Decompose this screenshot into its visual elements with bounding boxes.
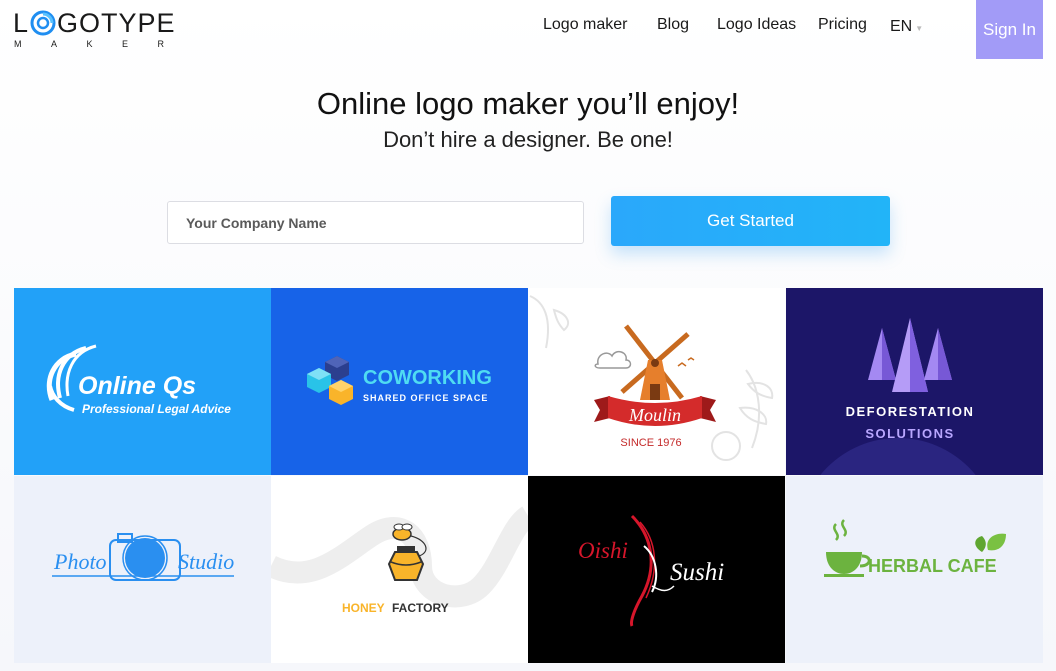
online-qs-logo: Online Qs Professional Legal Advice [46, 344, 231, 416]
herbal-cafe-title: HERBAL CAFE [868, 556, 997, 576]
nav-blog-link[interactable]: Blog [657, 16, 689, 36]
logo-sub-wordmark: M A K E R [14, 39, 164, 49]
logo-examples-grid: Online Qs Professional Legal Advice COWO… [14, 288, 1043, 663]
example-tile-oishi-sushi[interactable]: Oishi Sushi [528, 476, 785, 663]
nav-logo-ideas-link[interactable]: Logo Ideas [717, 16, 796, 36]
top-navigation-bar: L GOTYPE M A K E R Logo maker Blog Logo … [0, 0, 1056, 60]
cloud-icon [594, 350, 632, 369]
windmill-icon [620, 324, 690, 400]
leaf-icon [975, 533, 1006, 552]
moulin-logo: Moulin SINCE 1976 [529, 295, 774, 461]
example-tile-honey-factory[interactable]: HONEY FACTORY [271, 476, 528, 663]
example-tile-photo-studio[interactable]: Photo Studio [14, 476, 271, 663]
online-qs-subtitle: Professional Legal Advice [82, 402, 231, 416]
photo-studio-title-left: Photo [53, 549, 107, 574]
honey-factory-logo: HONEY FACTORY [271, 506, 528, 615]
coworking-logo: COWORKING SHARED OFFICE SPACE [307, 356, 492, 405]
moulin-subtitle: SINCE 1976 [620, 437, 681, 449]
logo-swirl-icon [30, 10, 56, 36]
sign-in-button[interactable]: Sign In [976, 0, 1043, 59]
herbal-cafe-logo: HERBAL CAFE [824, 519, 1006, 577]
oishi-sushi-logo: Oishi Sushi [578, 514, 724, 627]
coworking-subtitle: SHARED OFFICE SPACE [363, 393, 488, 403]
example-tile-herbal-cafe[interactable]: HERBAL CAFE [786, 476, 1043, 663]
coworking-title: COWORKING [363, 367, 492, 389]
cube-stack-icon [307, 356, 353, 405]
get-started-button[interactable]: Get Started [611, 196, 890, 246]
nav-pricing-link[interactable]: Pricing [818, 16, 867, 36]
logo-letter-l: L [13, 7, 30, 38]
example-tile-coworking[interactable]: COWORKING SHARED OFFICE SPACE [271, 288, 528, 475]
camera-icon [109, 533, 181, 581]
tea-cup-icon [824, 519, 871, 577]
deforestation-title: DEFORESTATION [846, 404, 975, 419]
page-title: Online logo maker you’ll enjoy! [316, 86, 740, 121]
background-circle [820, 438, 976, 475]
deforestation-subtitle: SOLUTIONS [865, 426, 954, 441]
nav-logo-maker-link[interactable]: Logo maker [543, 16, 628, 36]
example-tile-deforestation[interactable]: DEFORESTATION SOLUTIONS [786, 288, 1043, 475]
honey-factory-title-left: HONEY [342, 601, 385, 615]
chevron-down-icon: ▼ [915, 24, 924, 33]
birds-icon [677, 357, 695, 367]
oishi-sushi-title-left: Oishi [578, 538, 628, 563]
moulin-title: Moulin [628, 405, 681, 425]
koi-fish-icon [630, 514, 675, 627]
honey-factory-title-right: FACTORY [392, 601, 449, 615]
page-subtitle: Don’t hire a designer. Be one! [383, 127, 673, 152]
company-name-input[interactable] [167, 201, 584, 244]
oishi-sushi-title-right: Sushi [670, 559, 724, 586]
example-tile-moulin[interactable]: Moulin SINCE 1976 [528, 288, 785, 475]
pine-trees-icon [868, 318, 952, 392]
language-selector[interactable]: EN ▼ [890, 17, 923, 37]
deforestation-logo: DEFORESTATION SOLUTIONS [820, 318, 976, 475]
photo-studio-title-right: Studio [178, 549, 234, 574]
online-qs-title: Online Qs [78, 372, 196, 400]
logotype-maker-logo[interactable]: L GOTYPE M A K E R [13, 7, 175, 50]
language-label: EN [890, 18, 913, 35]
logo-wordmark: GOTYPE [57, 7, 176, 38]
example-tile-online-qs[interactable]: Online Qs Professional Legal Advice [14, 288, 271, 475]
photo-studio-logo: Photo Studio [52, 533, 234, 581]
